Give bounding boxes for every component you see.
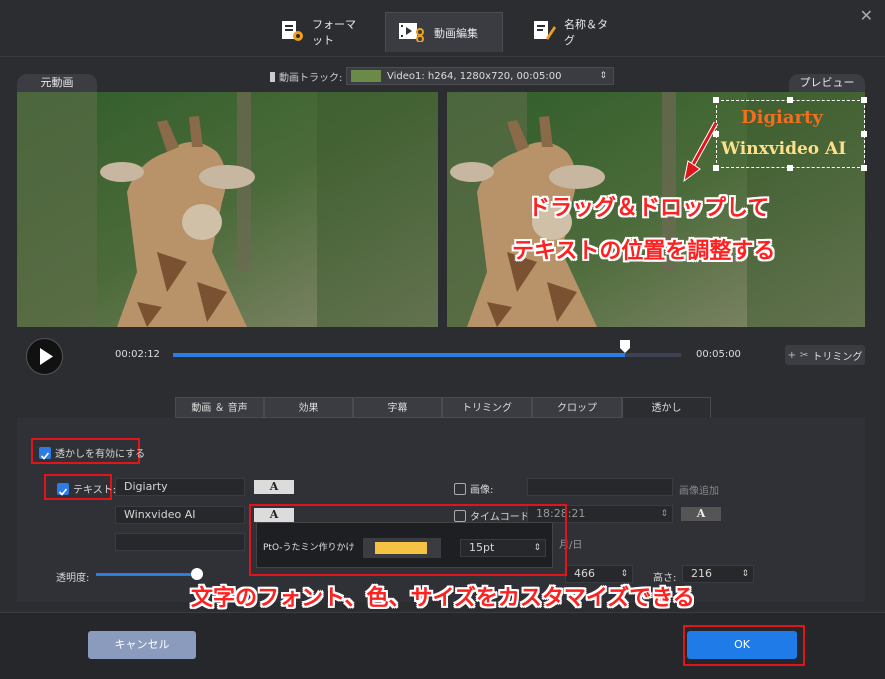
font-size-value: 15pt [469,541,495,554]
resize-handle[interactable] [787,97,793,103]
font-size-select[interactable]: 15pt ⇕ [460,539,546,557]
preview-label: プレビュー [789,74,865,92]
image-path-input[interactable] [527,478,673,496]
track-thumbnail [351,70,381,82]
track-value: Video1: h264, 1280x720, 00:05:00 [387,70,562,82]
tab-name-tag-label: 名称＆タグ [564,18,608,47]
font-color-picker[interactable] [363,538,441,558]
text-checkbox[interactable]: テキスト: [57,481,116,496]
timecode-font-button[interactable]: A [681,507,721,521]
image-label: 画像: [470,485,494,496]
checkbox-checked-icon [57,482,69,496]
subtab-trim[interactable]: トリミング [442,397,532,418]
trim-button-label: トリミング [812,351,863,363]
add-icon: + [787,349,796,361]
opacity-slider-fill [96,573,197,576]
checkbox-checked-icon [39,446,51,460]
text-option-label: テキスト: [73,485,117,496]
watermark-text-input-3[interactable] [115,533,245,551]
height-value: 216 [691,567,712,580]
original-video [17,92,438,327]
annotation-drag-line1: ドラッグ＆ドロップして [528,196,770,221]
watermark-line1: Digiarty [741,107,823,128]
original-video-label: 元動画 [17,74,97,92]
name-tag-icon [532,20,556,45]
scissors-icon: ✂ [800,349,809,361]
seek-thumb[interactable] [620,339,631,353]
track-select[interactable]: Video1: h264, 1280x720, 00:05:00 ⇕ [346,67,614,85]
watermark-text-input-1[interactable]: Digiarty [115,478,245,496]
chevron-updown-icon: ⇕ [741,569,749,579]
add-image-button[interactable]: 画像追加 [679,482,719,497]
chevron-updown-icon: ⇕ [660,509,668,519]
total-time: 00:05:00 [696,349,741,360]
giraffe-image-original [17,92,438,327]
font-family-select[interactable]: PtO-うたミン作りかけ [263,540,355,553]
play-button[interactable] [26,338,63,375]
subtab-subtitles[interactable]: 字幕 [353,397,442,418]
enable-watermark-checkbox[interactable]: 透かしを有効にする [39,445,145,460]
play-icon [40,348,53,365]
chevron-updown-icon: ⇕ [533,543,541,553]
tab-format-label: フォーマット [312,18,356,47]
tab-format[interactable]: フォーマット [268,12,378,52]
resize-handle[interactable] [861,131,867,137]
subtab-crop[interactable]: クロップ [532,397,622,418]
subtab-watermark[interactable]: 透かし [622,397,711,418]
current-time: 00:02:12 [115,349,160,360]
enable-watermark-label: 透かしを有効にする [55,449,146,460]
resize-handle[interactable] [713,97,719,103]
format-icon [280,20,304,45]
opacity-slider-thumb[interactable] [190,568,203,580]
watermark-line2: Winxvideo AI [721,139,847,159]
seek-bar[interactable] [173,353,681,357]
close-icon[interactable]: ✕ [860,6,873,25]
tab-name-tag[interactable]: 名称＆タグ [520,12,630,52]
tab-video-edit-label: 動画編集 [434,26,478,40]
font-color-swatch [375,542,427,554]
width-value: 466 [574,567,595,580]
subtab-video-audio[interactable]: 動画 ＆ 音声 [175,397,264,418]
opacity-label: 透明度: [56,573,90,584]
watermark-text-input-2[interactable]: Winxvideo AI [115,506,245,524]
annotation-font-customize: 文字のフォント、色、サイズをカスタマイズできる [191,586,695,611]
subtab-effects[interactable]: 効果 [264,397,353,418]
annotation-arrow-icon [683,121,719,183]
trim-button[interactable]: + ✂ トリミング [785,345,865,365]
chevron-updown-icon: ⇕ [599,71,607,81]
font-style-button-1[interactable]: A [254,480,294,494]
cancel-button[interactable]: キャンセル [88,631,196,659]
track-label: 動画トラック: [279,73,343,84]
annotation-drag-line2: テキストの位置を調整する [512,239,776,264]
resize-handle[interactable] [787,165,793,171]
resize-handle[interactable] [861,165,867,171]
resize-handle[interactable] [861,97,867,103]
film-icon [270,71,275,82]
track-selector-label: 動画トラック: [270,69,342,84]
tab-video-edit[interactable]: 動画編集 [385,12,503,52]
video-edit-icon [398,20,426,45]
seek-bar-progress [173,353,626,357]
watermark-drag-box[interactable]: Digiarty Winxvideo AI [716,100,865,168]
checkbox-unchecked-icon [454,482,466,495]
opacity-slider[interactable] [96,568,203,580]
image-checkbox[interactable]: 画像: [454,481,493,496]
ok-button[interactable]: OK [687,631,797,659]
